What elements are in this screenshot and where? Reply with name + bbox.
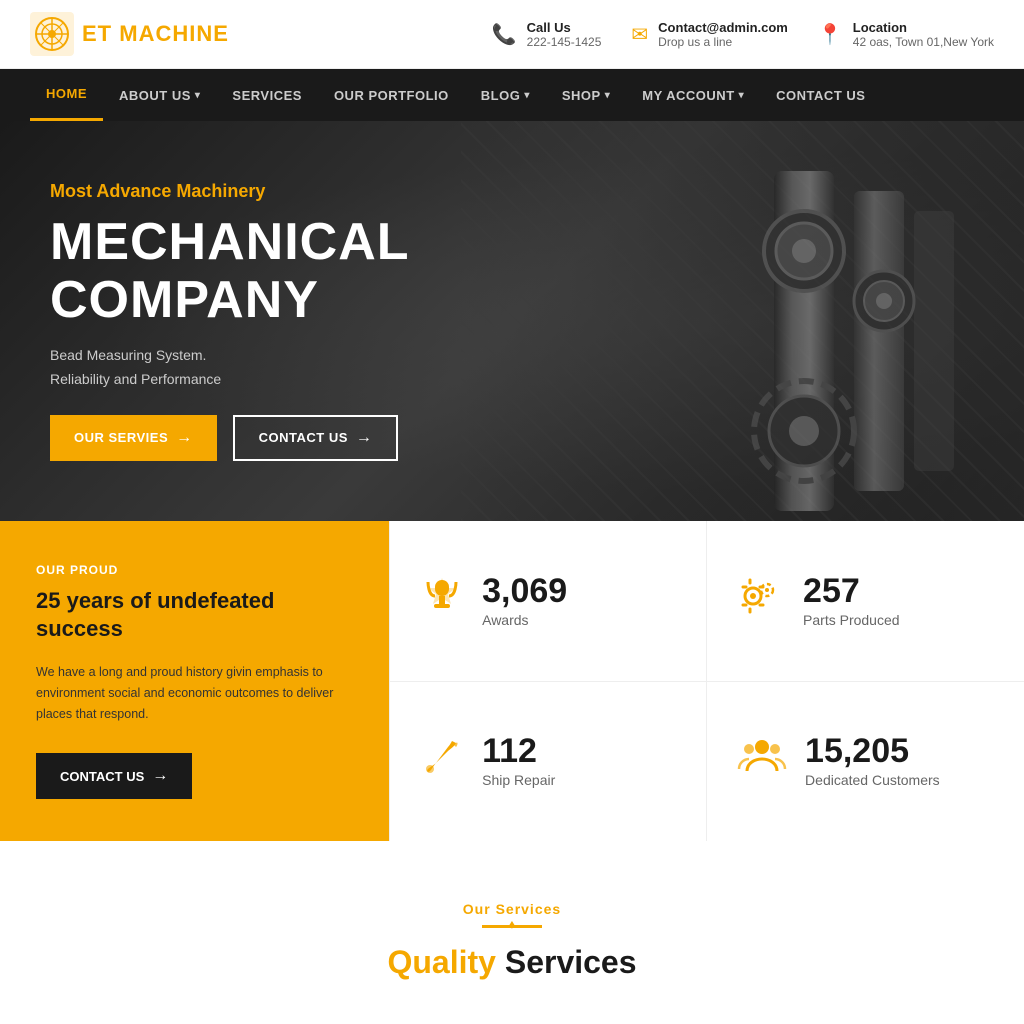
logo-icon <box>30 12 74 56</box>
services-label: Our Services <box>30 901 994 917</box>
nav-contact[interactable]: CONTACT US <box>760 69 881 121</box>
main-nav: HOME ABOUT US ▾ SERVICES OUR PORTFOLIO B… <box>0 69 1024 121</box>
logo-text: ET MACHINE <box>82 21 229 47</box>
nav-about[interactable]: ABOUT US ▾ <box>103 69 216 121</box>
email-icon: ✉ <box>631 22 648 47</box>
customers-label: Dedicated Customers <box>805 772 940 788</box>
stat-customers: 15,205 Dedicated Customers <box>707 682 1024 842</box>
hero-buttons: Our Servies → Contact Us → <box>50 415 550 461</box>
location-icon: 📍 <box>818 22 843 47</box>
hero-content: Most Advance Machinery MECHANICAL COMPAN… <box>0 141 600 500</box>
contact-button-hero[interactable]: Contact Us → <box>233 415 399 461</box>
customers-number: 15,205 <box>805 734 940 768</box>
nav-account[interactable]: MY ACCOUNT ▾ <box>626 69 760 121</box>
phone-label: Call Us <box>527 20 602 35</box>
our-proud-label: Our proud <box>36 563 353 577</box>
shop-caret: ▾ <box>605 90 611 101</box>
location-label: Location <box>853 20 994 35</box>
phone-contact[interactable]: 📞 Call Us 222-145-1425 <box>492 20 602 49</box>
email-contact[interactable]: ✉ Contact@admin.com Drop us a line <box>631 20 787 49</box>
gear-icon <box>737 574 785 627</box>
stats-grid: 3,069 Awards 257 Parts Produced <box>389 521 1024 841</box>
stats-contact-button[interactable]: Contact Us → <box>36 753 192 799</box>
stat-awards: 3,069 Awards <box>390 521 707 682</box>
parts-number: 257 <box>803 574 900 608</box>
contact-arrow-icon: → <box>356 429 373 447</box>
hero-machinery-svg <box>574 151 994 521</box>
awards-label: Awards <box>482 612 567 628</box>
email-desc: Drop us a line <box>658 35 788 49</box>
stats-section: Our proud 25 years of undefeated success… <box>0 521 1024 841</box>
blog-caret: ▾ <box>524 90 530 101</box>
site-logo[interactable]: ET MACHINE <box>30 12 229 56</box>
stat-parts: 257 Parts Produced <box>707 521 1024 682</box>
repair-label: Ship Repair <box>482 772 555 788</box>
hero-subtitle: Most Advance Machinery <box>50 181 550 202</box>
email-label: Contact@admin.com <box>658 20 788 35</box>
trophy-icon <box>420 574 464 627</box>
stats-left-panel: Our proud 25 years of undefeated success… <box>0 521 389 841</box>
hero-section: Most Advance Machinery MECHANICAL COMPAN… <box>0 121 1024 521</box>
nav-blog[interactable]: BLOG ▾ <box>465 69 546 121</box>
hero-desc-2: Reliability and Performance <box>50 371 550 387</box>
phone-value: 222-145-1425 <box>527 35 602 49</box>
about-caret: ▾ <box>195 90 201 101</box>
top-contacts: 📞 Call Us 222-145-1425 ✉ Contact@admin.c… <box>492 20 994 49</box>
parts-label: Parts Produced <box>803 612 900 628</box>
hero-desc-1: Bead Measuring System. <box>50 347 550 363</box>
services-section: Our Services Quality Services <box>0 841 1024 1001</box>
hero-title: MECHANICAL COMPANY <box>50 214 550 328</box>
repair-number: 112 <box>482 734 555 768</box>
nav-shop[interactable]: SHOP ▾ <box>546 69 626 121</box>
services-arrow-icon: → <box>176 429 193 447</box>
stats-heading: 25 years of undefeated success <box>36 587 353 644</box>
awards-number: 3,069 <box>482 574 567 608</box>
location-contact[interactable]: 📍 Location 42 oas, Town 01,New York <box>818 20 994 49</box>
location-value: 42 oas, Town 01,New York <box>853 35 994 49</box>
nav-services[interactable]: SERVICES <box>216 69 318 121</box>
users-icon <box>737 735 787 788</box>
account-caret: ▾ <box>739 90 745 101</box>
phone-icon: 📞 <box>492 22 517 47</box>
nav-portfolio[interactable]: OUR PORTFOLIO <box>318 69 465 121</box>
stats-description: We have a long and proud history givin e… <box>36 662 353 726</box>
services-divider <box>482 925 542 928</box>
services-button[interactable]: Our Servies → <box>50 415 217 461</box>
stat-repair: 112 Ship Repair <box>390 682 707 842</box>
services-title: Quality Services <box>30 944 994 981</box>
nav-home[interactable]: HOME <box>30 69 103 121</box>
wrench-icon <box>420 735 464 788</box>
top-bar: ET MACHINE 📞 Call Us 222-145-1425 ✉ Cont… <box>0 0 1024 69</box>
stats-contact-arrow-icon: → <box>152 767 168 785</box>
